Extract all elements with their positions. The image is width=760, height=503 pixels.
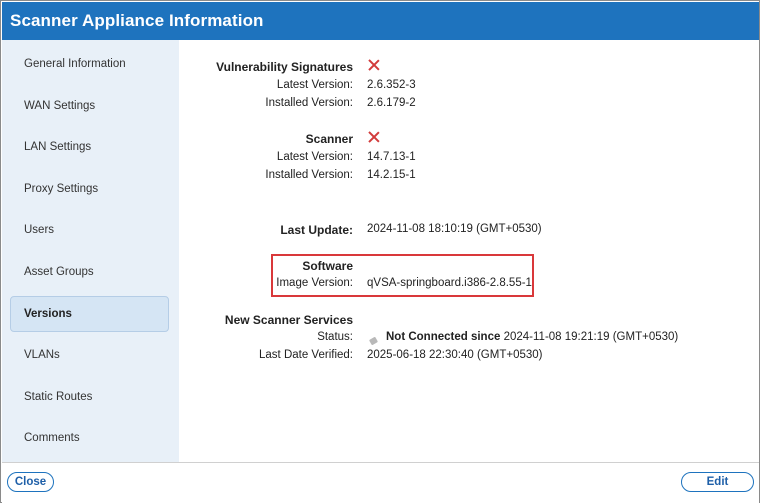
sidebar-item-proxy-settings[interactable]: Proxy Settings xyxy=(10,171,169,207)
sidebar-item-asset-groups[interactable]: Asset Groups xyxy=(10,254,169,290)
dialog-title: Scanner Appliance Information xyxy=(10,11,264,30)
sidebar-item-wan-settings[interactable]: WAN Settings xyxy=(10,88,169,124)
scanner-latest-label: Latest Version: xyxy=(276,151,353,163)
last-update-label: Last Update: xyxy=(280,223,353,237)
software-heading: Software xyxy=(302,259,353,273)
edit-button[interactable]: Edit xyxy=(681,472,754,492)
dialog-titlebar: Scanner Appliance Information xyxy=(2,2,759,40)
dialog-footer: Close Edit xyxy=(2,462,759,503)
vuln-signatures-heading: Vulnerability Signatures xyxy=(216,60,353,74)
sidebar-item-static-routes[interactable]: Static Routes xyxy=(10,379,169,415)
close-button[interactable]: Close xyxy=(7,472,54,492)
new-scanner-services-heading: New Scanner Services xyxy=(224,313,353,327)
scanner-heading: Scanner xyxy=(305,132,353,146)
image-version-value: qVSA-springboard.i386-2.8.55-1 xyxy=(367,277,532,289)
last-date-verified-label: Last Date Verified: xyxy=(259,349,353,361)
plug-icon xyxy=(370,336,378,344)
sidebar-nav: General Information WAN Settings LAN Set… xyxy=(2,40,179,462)
vuln-installed-value: 2.6.179-2 xyxy=(367,97,416,109)
scanner-latest-value: 14.7.13-1 xyxy=(367,151,416,163)
image-version-label: Image Version: xyxy=(276,277,353,289)
sidebar-item-vlans[interactable]: VLANs xyxy=(10,337,169,373)
scanner-installed-value: 14.2.15-1 xyxy=(367,169,416,181)
status-label: Status: xyxy=(317,331,353,343)
versions-panel: Vulnerability Signatures Latest Version:… xyxy=(179,40,759,462)
status-value-line: Not Connected since 2024-11-08 19:21:19 … xyxy=(386,331,678,343)
status-strong-text: Not Connected since xyxy=(386,331,501,343)
sidebar-item-lan-settings[interactable]: LAN Settings xyxy=(10,129,169,165)
scanner-installed-label: Installed Version: xyxy=(265,169,353,181)
x-icon xyxy=(368,59,380,71)
status-timestamp: 2024-11-08 19:21:19 (GMT+0530) xyxy=(503,331,679,343)
sidebar-item-comments[interactable]: Comments xyxy=(10,420,169,456)
sidebar-item-general-information[interactable]: General Information xyxy=(10,46,169,82)
vuln-latest-label: Latest Version: xyxy=(276,79,353,91)
x-icon xyxy=(368,131,380,143)
sidebar-item-users[interactable]: Users xyxy=(10,212,169,248)
sidebar-item-versions[interactable]: Versions xyxy=(10,296,169,332)
vuln-latest-value: 2.6.352-3 xyxy=(367,79,416,91)
last-date-verified-value: 2025-06-18 22:30:40 (GMT+0530) xyxy=(367,349,543,361)
scanner-appliance-dialog: Scanner Appliance Information General In… xyxy=(0,0,760,503)
vuln-installed-label: Installed Version: xyxy=(265,97,353,109)
last-update-value: 2024-11-08 18:10:19 (GMT+0530) xyxy=(367,223,542,235)
